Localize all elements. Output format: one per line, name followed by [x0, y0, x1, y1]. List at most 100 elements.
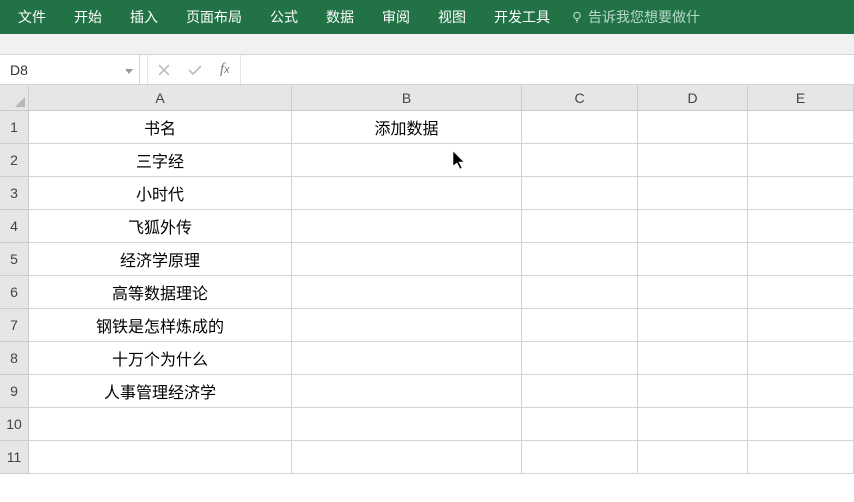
column-header-A[interactable]: A: [29, 85, 292, 110]
cell-E7[interactable]: [748, 309, 854, 342]
cell-C7[interactable]: [522, 309, 638, 342]
cancel-icon[interactable]: [158, 64, 170, 76]
table-row: 3小时代: [0, 177, 854, 210]
cell-C1[interactable]: [522, 111, 638, 144]
cell-A5[interactable]: 经济学原理: [29, 243, 292, 276]
cell-A8[interactable]: 十万个为什么: [29, 342, 292, 375]
cell-A9[interactable]: 人事管理经济学: [29, 375, 292, 408]
cell-B5[interactable]: [292, 243, 522, 276]
cell-D6[interactable]: [638, 276, 748, 309]
ribbon-tab-6[interactable]: 审阅: [368, 0, 424, 35]
select-all-button[interactable]: [0, 85, 29, 111]
enter-icon[interactable]: [188, 64, 202, 76]
chevron-down-icon: [125, 62, 133, 78]
row-header-5[interactable]: 5: [0, 243, 29, 276]
cell-B1[interactable]: 添加数据: [292, 111, 522, 144]
cell-E5[interactable]: [748, 243, 854, 276]
cell-E9[interactable]: [748, 375, 854, 408]
cell-E8[interactable]: [748, 342, 854, 375]
cell-C9[interactable]: [522, 375, 638, 408]
cell-A7[interactable]: 钢铁是怎样炼成的: [29, 309, 292, 342]
row-header-1[interactable]: 1: [0, 111, 29, 144]
table-row: 6高等数据理论: [0, 276, 854, 309]
cell-D1[interactable]: [638, 111, 748, 144]
cell-E3[interactable]: [748, 177, 854, 210]
cell-C2[interactable]: [522, 144, 638, 177]
tell-me-label: 告诉我您想要做什: [588, 7, 700, 27]
cell-E4[interactable]: [748, 210, 854, 243]
cell-A6[interactable]: 高等数据理论: [29, 276, 292, 309]
column-header-E[interactable]: E: [748, 85, 854, 110]
table-row: 11: [0, 441, 854, 474]
cell-C4[interactable]: [522, 210, 638, 243]
cell-A10[interactable]: [29, 408, 292, 441]
cell-E10[interactable]: [748, 408, 854, 441]
cell-D4[interactable]: [638, 210, 748, 243]
cell-A1[interactable]: 书名: [29, 111, 292, 144]
cell-B6[interactable]: [292, 276, 522, 309]
cell-C3[interactable]: [522, 177, 638, 210]
cell-A11[interactable]: [29, 441, 292, 474]
cell-B8[interactable]: [292, 342, 522, 375]
cell-D2[interactable]: [638, 144, 748, 177]
ribbon-tab-4[interactable]: 公式: [256, 0, 312, 35]
column-header-D[interactable]: D: [638, 85, 748, 110]
insert-function-button[interactable]: fx: [220, 61, 230, 78]
ribbon-tab-8[interactable]: 开发工具: [480, 0, 564, 35]
row-header-3[interactable]: 3: [0, 177, 29, 210]
cell-B2[interactable]: [292, 144, 522, 177]
row-header-2[interactable]: 2: [0, 144, 29, 177]
cell-B7[interactable]: [292, 309, 522, 342]
spreadsheet-grid: ABCDE 1书名添加数据 2三字经3小时代4飞狐外传5经济学原理6高等数据理论7…: [0, 85, 854, 474]
cell-E6[interactable]: [748, 276, 854, 309]
cell-A2[interactable]: 三字经: [29, 144, 292, 177]
table-row: 7钢铁是怎样炼成的: [0, 309, 854, 342]
ribbon-tab-7[interactable]: 视图: [424, 0, 480, 35]
row-header-6[interactable]: 6: [0, 276, 29, 309]
column-headers: ABCDE: [29, 85, 854, 111]
cell-C8[interactable]: [522, 342, 638, 375]
row-header-4[interactable]: 4: [0, 210, 29, 243]
cell-E11[interactable]: [748, 441, 854, 474]
cell-C10[interactable]: [522, 408, 638, 441]
cell-E2[interactable]: [748, 144, 854, 177]
ribbon-tab-5[interactable]: 数据: [312, 0, 368, 35]
row-header-9[interactable]: 9: [0, 375, 29, 408]
cell-E1[interactable]: [748, 111, 854, 144]
column-header-B[interactable]: B: [292, 85, 522, 110]
cell-C5[interactable]: [522, 243, 638, 276]
cell-D8[interactable]: [638, 342, 748, 375]
cell-C6[interactable]: [522, 276, 638, 309]
cell-B10[interactable]: [292, 408, 522, 441]
cell-D10[interactable]: [638, 408, 748, 441]
ribbon-tabs: 文件开始插入页面布局公式数据审阅视图开发工具 告诉我您想要做什: [0, 0, 854, 34]
table-row: 9人事管理经济学: [0, 375, 854, 408]
ribbon-tab-0[interactable]: 文件: [4, 0, 60, 35]
formula-input[interactable]: [241, 55, 854, 84]
cell-D9[interactable]: [638, 375, 748, 408]
cell-A3[interactable]: 小时代: [29, 177, 292, 210]
ribbon-tab-3[interactable]: 页面布局: [172, 0, 256, 35]
row-header-10[interactable]: 10: [0, 408, 29, 441]
row-header-8[interactable]: 8: [0, 342, 29, 375]
cell-D3[interactable]: [638, 177, 748, 210]
ribbon-tab-2[interactable]: 插入: [116, 0, 172, 35]
cell-B9[interactable]: [292, 375, 522, 408]
grid-rows: 1书名添加数据 2三字经3小时代4飞狐外传5经济学原理6高等数据理论7钢铁是怎样炼…: [0, 111, 854, 474]
cell-D5[interactable]: [638, 243, 748, 276]
cell-D11[interactable]: [638, 441, 748, 474]
cell-C11[interactable]: [522, 441, 638, 474]
row-header-11[interactable]: 11: [0, 441, 29, 474]
tell-me-search[interactable]: 告诉我您想要做什: [570, 7, 700, 27]
table-row: 4飞狐外传: [0, 210, 854, 243]
column-header-C[interactable]: C: [522, 85, 638, 110]
cell-B4[interactable]: [292, 210, 522, 243]
cell-D7[interactable]: [638, 309, 748, 342]
row-header-7[interactable]: 7: [0, 309, 29, 342]
name-box-value: D8: [10, 62, 28, 78]
name-box[interactable]: D8: [0, 55, 140, 84]
cell-B11[interactable]: [292, 441, 522, 474]
cell-B3[interactable]: [292, 177, 522, 210]
ribbon-tab-1[interactable]: 开始: [60, 0, 116, 35]
cell-A4[interactable]: 飞狐外传: [29, 210, 292, 243]
